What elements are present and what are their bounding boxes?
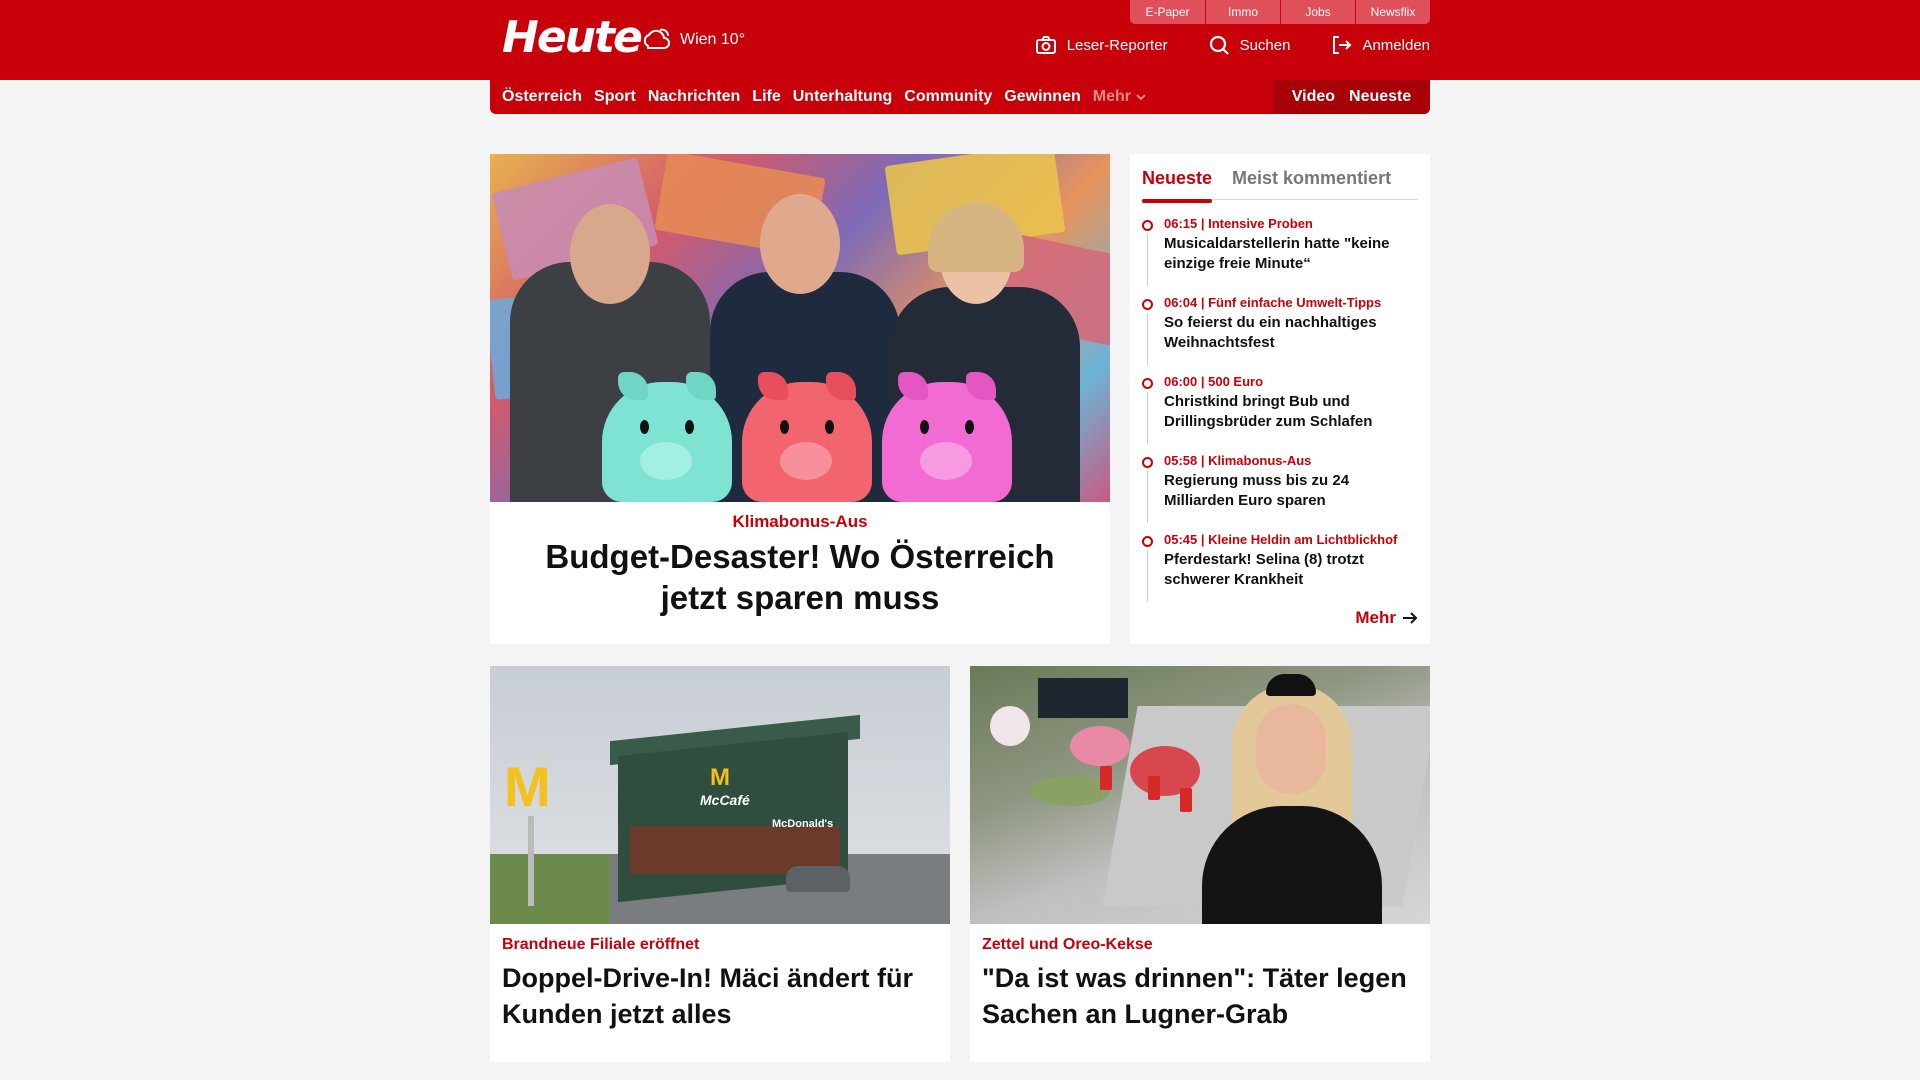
timeline-line xyxy=(1147,550,1148,602)
mccafe-sign: McCafé xyxy=(700,792,750,808)
hero-title[interactable]: Budget-Desaster! Wo Österreich jetzt spa… xyxy=(510,536,1090,618)
service-immo[interactable]: Immo xyxy=(1205,0,1280,24)
feed-item-title[interactable]: Pferdestark! Selina (8) trotzt schwerer … xyxy=(1164,550,1418,590)
timeline-line xyxy=(1147,313,1148,365)
feed-item-meta: 06:15 | Intensive Proben xyxy=(1164,216,1313,231)
weather-label: Wien 10° xyxy=(680,31,746,48)
nav-items: Österreich Sport Nachrichten Life Unterh… xyxy=(502,80,1147,114)
feed-item[interactable]: 06:04 | Fünf einfache Umwelt-Tipps So fe… xyxy=(1142,295,1418,374)
timeline-dot-icon xyxy=(1142,536,1153,547)
feed-item[interactable]: 06:15 | Intensive Proben Musicaldarstell… xyxy=(1142,216,1418,295)
card-title[interactable]: Doppel-Drive-In! Mäci ändert für Kunden … xyxy=(502,960,938,1032)
tab-neueste[interactable]: Neueste xyxy=(1142,164,1213,203)
feed-item-meta: 06:00 | 500 Euro xyxy=(1164,374,1264,389)
service-epaper[interactable]: E-Paper xyxy=(1130,0,1205,24)
service-links: E-Paper Immo Jobs Newsflix xyxy=(1130,0,1430,24)
camera-icon xyxy=(1035,36,1056,54)
timeline-dot-icon xyxy=(1142,457,1153,468)
nav-item-gewinnen[interactable]: Gewinnen xyxy=(1004,88,1080,106)
feed-item-title[interactable]: Musicaldarstellerin hatte "keine einzige… xyxy=(1164,234,1418,274)
card-title[interactable]: "Da ist was drinnen": Täter legen Sachen… xyxy=(982,960,1418,1032)
sidebar-tabs: Neueste Meist kommentiert xyxy=(1142,164,1418,203)
nav-item-neueste[interactable]: Neueste xyxy=(1349,88,1411,106)
login-icon xyxy=(1333,36,1352,54)
feed-item-meta: 06:04 | Fünf einfache Umwelt-Tipps xyxy=(1164,295,1382,310)
tab-meist-kommentiert[interactable]: Meist kommentiert xyxy=(1232,164,1391,199)
search-icon xyxy=(1209,35,1229,55)
leser-reporter-button[interactable]: Leser-Reporter xyxy=(1035,34,1168,56)
hero-article[interactable]: Klimabonus-Aus Budget-Desaster! Wo Öster… xyxy=(490,154,1110,644)
feed-item-title[interactable]: Christkind bringt Bub und Drillingsbrüde… xyxy=(1164,392,1418,432)
nav-more-label: Mehr xyxy=(1092,88,1131,105)
cloud-sun-icon xyxy=(643,28,670,49)
login-label: Anmelden xyxy=(1362,36,1430,54)
nav-item-nachrichten[interactable]: Nachrichten xyxy=(648,88,740,106)
nav-right: Video Neueste xyxy=(1273,80,1430,114)
card-image[interactable] xyxy=(970,666,1430,924)
search-label: Suchen xyxy=(1239,36,1291,54)
weather-widget[interactable]: Wien 10° xyxy=(640,26,745,54)
service-jobs[interactable]: Jobs xyxy=(1280,0,1355,24)
nav-item-video[interactable]: Video xyxy=(1292,88,1335,106)
chevron-down-icon xyxy=(1136,94,1146,101)
timeline-line xyxy=(1147,471,1148,523)
nav-item-community[interactable]: Community xyxy=(904,88,992,106)
more-label: Mehr xyxy=(1355,608,1396,627)
main-nav: Österreich Sport Nachrichten Life Unterh… xyxy=(490,80,1430,114)
leser-reporter-label: Leser-Reporter xyxy=(1066,36,1168,54)
login-button[interactable]: Anmelden xyxy=(1330,34,1430,56)
nav-item-sport[interactable]: Sport xyxy=(594,88,636,106)
nav-item-oesterreich[interactable]: Österreich xyxy=(502,88,582,106)
card-kicker[interactable]: Brandneue Filiale eröffnet xyxy=(502,936,938,954)
arrow-right-icon xyxy=(1403,612,1418,624)
feed-item[interactable]: 05:58 | Klimabonus-Aus Regierung muss bi… xyxy=(1142,453,1418,532)
mcdonalds-sign: McDonald's xyxy=(772,818,834,830)
timeline-dot-icon xyxy=(1142,299,1153,310)
nav-more-dropdown[interactable]: Mehr xyxy=(1093,88,1147,106)
timeline-line xyxy=(1147,392,1148,444)
feed-item[interactable]: 06:00 | 500 Euro Christkind bringt Bub u… xyxy=(1142,374,1418,453)
header-inner: Heute Wien 10° E-Paper Immo Jobs Newsfli… xyxy=(490,0,1430,80)
latest-news-sidebar: Neueste Meist kommentiert 06:15 | Intens… xyxy=(1130,154,1430,644)
news-feed: 06:15 | Intensive Proben Musicaldarstell… xyxy=(1142,216,1418,611)
feed-item[interactable]: 05:45 | Kleine Heldin am Lichtblickhof P… xyxy=(1142,532,1418,611)
hero-kicker[interactable]: Klimabonus-Aus xyxy=(490,512,1110,532)
feed-item-meta: 05:58 | Klimabonus-Aus xyxy=(1164,453,1312,468)
service-newsflix[interactable]: Newsflix xyxy=(1355,0,1430,24)
hero-image[interactable] xyxy=(490,154,1110,502)
nav-item-unterhaltung[interactable]: Unterhaltung xyxy=(793,88,893,106)
timeline-line xyxy=(1147,234,1148,286)
feed-item-title[interactable]: So feierst du ein nachhaltiges Weihnacht… xyxy=(1164,313,1418,353)
timeline-dot-icon xyxy=(1142,378,1153,389)
heute-logo[interactable]: Heute xyxy=(502,12,643,63)
nav-item-life[interactable]: Life xyxy=(752,88,780,106)
header-actions: Leser-Reporter Suchen Anmelden xyxy=(1035,34,1430,56)
search-button[interactable]: Suchen xyxy=(1208,34,1291,56)
card-kicker[interactable]: Zettel und Oreo-Kekse xyxy=(982,936,1418,954)
more-link[interactable]: Mehr xyxy=(1355,608,1418,628)
timeline-dot-icon xyxy=(1142,220,1153,231)
feed-item-meta: 05:45 | Kleine Heldin am Lichtblickhof xyxy=(1164,532,1398,547)
article-card[interactable]: M M McCafé McDonald's Brandneue Filiale … xyxy=(490,666,950,1062)
feed-item-title[interactable]: Regierung muss bis zu 24 Milliarden Euro… xyxy=(1164,471,1418,511)
card-image[interactable]: M M McCafé McDonald's xyxy=(490,666,950,924)
article-card[interactable]: Zettel und Oreo-Kekse "Da ist was drinne… xyxy=(970,666,1430,1062)
